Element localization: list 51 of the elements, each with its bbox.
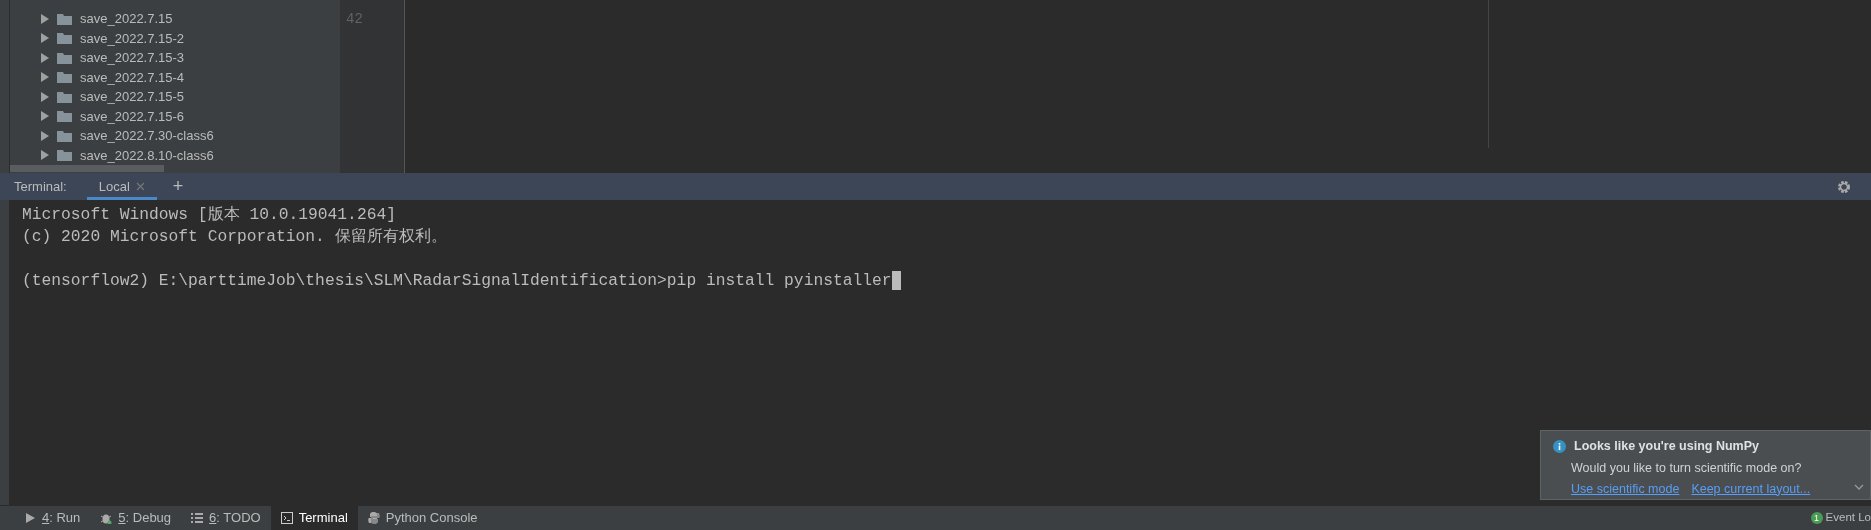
terminal-icon (280, 512, 293, 524)
terminal-output: Microsoft Windows [版本 10.0.19041.264] (22, 205, 396, 224)
tree-item-label[interactable]: save_2022.7.15-6 (80, 106, 185, 126)
folder-icon (57, 149, 72, 162)
play-icon (24, 512, 36, 524)
notification-link[interactable]: Use scientific mode (1571, 479, 1680, 499)
terminal-label: Terminal: (14, 177, 67, 196)
expand-arrow-icon[interactable] (40, 130, 49, 141)
notification-message: Would you like to turn scientific mode on? (1571, 459, 1803, 477)
bug-icon (100, 512, 113, 524)
tool-window-tab[interactable]: Terminal (270, 505, 358, 530)
expand-arrow-icon[interactable] (40, 13, 49, 24)
terminal-output: (c) 2020 Microsoft Corporation. 保留所有权利。 (22, 227, 447, 246)
command-line: (tensorflow2) E:\parttimeJob\thesis\SLM\RadarSignalIdentification>pip install pyinstaller (22, 271, 892, 290)
folder-icon (57, 71, 72, 84)
chevron-down-icon[interactable] (1854, 484, 1864, 491)
tool-window-tab[interactable]: 4: Run (14, 505, 91, 530)
folder-icon (57, 110, 72, 123)
folder-icon (57, 12, 72, 25)
tree-item-label[interactable]: save_2022.7.15-4 (80, 67, 185, 87)
notification-link[interactable]: Keep current layout... (1691, 479, 1811, 499)
close-icon[interactable] (135, 182, 145, 191)
settings-icon[interactable] (1837, 179, 1851, 194)
expand-arrow-icon[interactable] (40, 33, 49, 44)
info-icon (1553, 439, 1566, 453)
tree-item-label[interactable]: save_2022.8.10-class6 (80, 145, 214, 165)
folder-icon (57, 129, 72, 142)
expand-arrow-icon[interactable] (40, 72, 49, 83)
notification-title: Looks like you're using NumPy (1574, 438, 1759, 455)
python-icon (367, 512, 380, 524)
event-log-button[interactable]: 1 Event Lo (1810, 509, 1871, 527)
tool-window-tab[interactable]: 5: Debug (90, 505, 182, 530)
expand-arrow-icon[interactable] (40, 150, 49, 161)
folder-icon (57, 32, 72, 45)
tree-item-label[interactable]: save_2022.7.15-5 (80, 87, 185, 107)
scrollbar[interactable] (10, 165, 164, 172)
tree-item-label[interactable]: save_2022.7.30-class6 (80, 126, 214, 146)
list-icon (191, 512, 204, 524)
tool-window-tab[interactable]: Python Console (357, 505, 488, 530)
expand-arrow-icon[interactable] (40, 111, 49, 122)
expand-arrow-icon[interactable] (40, 91, 49, 102)
session-tab[interactable]: Local (86, 173, 157, 200)
tree-item-label[interactable]: save_2022.7.15 (80, 9, 173, 29)
text-cursor (891, 271, 901, 291)
folder-icon (57, 51, 72, 64)
folder-icon (57, 90, 72, 103)
add-tab-button[interactable]: + (166, 172, 190, 201)
tree-item-label[interactable]: save_2022.7.15-2 (80, 28, 185, 48)
tool-window-tab[interactable]: 6: TODO (181, 505, 271, 530)
expand-arrow-icon[interactable] (40, 52, 49, 63)
tree-item-label[interactable]: save_2022.7.15-3 (80, 48, 185, 68)
